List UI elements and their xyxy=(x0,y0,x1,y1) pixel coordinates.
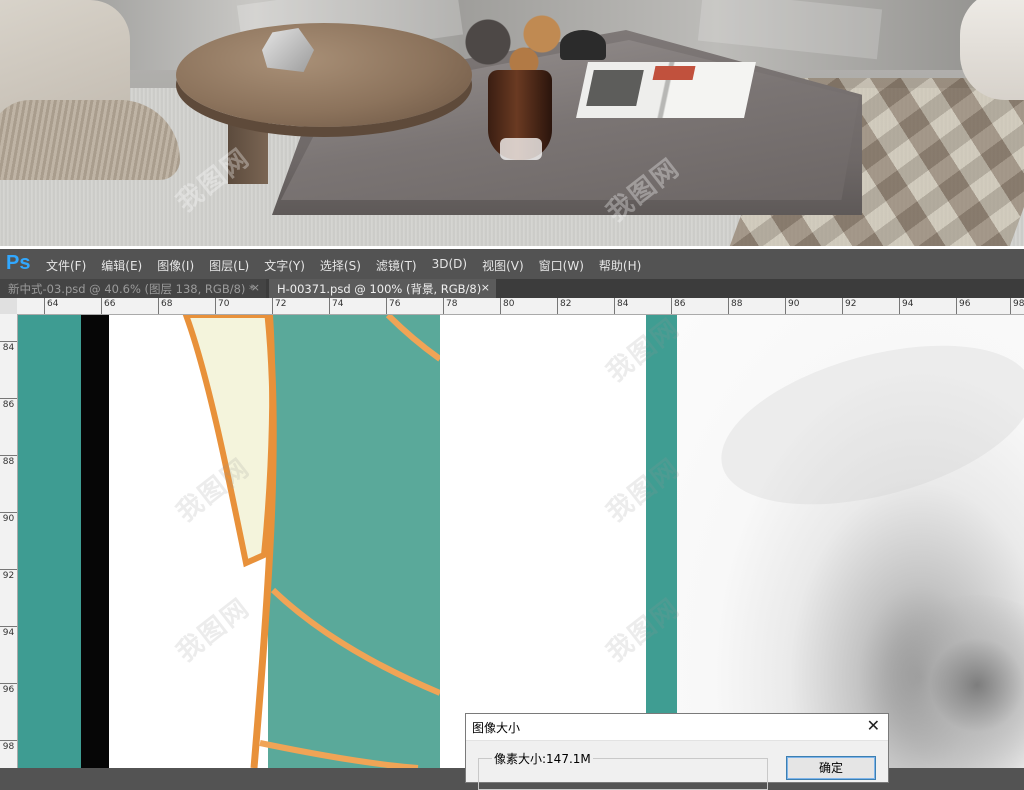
menu-file[interactable]: 文件(F) xyxy=(46,257,86,274)
menu-help[interactable]: 帮助(H) xyxy=(599,257,641,274)
ruler-tick: 76 xyxy=(386,298,400,314)
leaf-cream-shape xyxy=(182,315,276,568)
close-icon[interactable]: ✕ xyxy=(867,716,880,735)
ruler-tick: 94 xyxy=(899,298,913,314)
leaf-teal-fill xyxy=(268,315,440,768)
ruler-tick: 98 xyxy=(1010,298,1024,314)
dialog-title: 图像大小 xyxy=(472,721,521,735)
ruler-tick: 86 xyxy=(0,398,17,410)
ruler-tick: 80 xyxy=(500,298,514,314)
tab-document-2[interactable]: H-00371.psd @ 100% (背景, RGB/8) × xyxy=(269,279,496,298)
ruler-tick: 66 xyxy=(101,298,115,314)
pixel-size-label: 像素大小:147.1M xyxy=(492,750,593,767)
menu-type[interactable]: 文字(Y) xyxy=(264,257,305,274)
tab-label: H-00371.psd @ 100% (背景, RGB/8) xyxy=(277,282,482,296)
ruler-tick: 92 xyxy=(0,569,17,581)
leaf-artwork xyxy=(182,315,440,768)
ruler-tick: 84 xyxy=(0,341,17,353)
ruler-tick: 64 xyxy=(44,298,58,314)
ruler-tick: 84 xyxy=(614,298,628,314)
ruler-vertical[interactable]: 84 86 88 90 92 94 96 98 xyxy=(0,314,18,768)
dialog-titlebar[interactable]: 图像大小 ✕ xyxy=(466,714,888,741)
round-side-table xyxy=(176,23,472,127)
ok-button[interactable]: 确定 xyxy=(786,756,876,780)
image-size-dialog: 图像大小 ✕ 像素大小:147.1M 确定 xyxy=(465,713,889,790)
ruler-tick: 68 xyxy=(158,298,172,314)
teal-panel xyxy=(646,315,677,768)
ruler-corner xyxy=(0,298,18,314)
menu-select[interactable]: 选择(S) xyxy=(320,257,361,274)
menu-bar: Ps 文件(F) 编辑(E) 图像(I) 图层(L) 文字(Y) 选择(S) 滤… xyxy=(0,246,1024,279)
close-icon[interactable]: × xyxy=(481,281,490,294)
close-icon[interactable]: × xyxy=(251,281,260,294)
ruler-tick: 92 xyxy=(842,298,856,314)
menu-3d[interactable]: 3D(D) xyxy=(432,257,467,274)
ruler-tick: 74 xyxy=(329,298,343,314)
interior-photo xyxy=(0,0,1024,246)
side-table-leg xyxy=(228,118,268,184)
menu-view[interactable]: 视图(V) xyxy=(482,257,524,274)
menu-layer[interactable]: 图层(L) xyxy=(209,257,249,274)
teal-panel xyxy=(18,315,81,768)
vase-base xyxy=(500,138,542,160)
main-menu: 文件(F) 编辑(E) 图像(I) 图层(L) 文字(Y) 选择(S) 滤镜(T… xyxy=(46,257,656,274)
magazine-photo xyxy=(586,70,644,106)
ruler-tick: 78 xyxy=(443,298,457,314)
black-stripe xyxy=(81,315,109,768)
ink-wash-background xyxy=(677,315,1024,768)
tab-document-1[interactable]: 新中式-03.psd @ 40.6% (图层 138, RGB/8) * × xyxy=(0,279,266,298)
ruler-tick: 88 xyxy=(728,298,742,314)
ruler-tick: 90 xyxy=(0,512,17,524)
document-canvas[interactable] xyxy=(18,315,1024,768)
white-area xyxy=(109,315,185,768)
ruler-tick: 96 xyxy=(956,298,970,314)
ruler-horizontal[interactable]: 64 66 68 70 72 74 76 78 80 82 84 86 88 9… xyxy=(17,298,1024,315)
ruler-tick: 98 xyxy=(0,740,17,752)
ruler-tick: 82 xyxy=(557,298,571,314)
menu-window[interactable]: 窗口(W) xyxy=(539,257,584,274)
ruler-tick: 86 xyxy=(671,298,685,314)
ink-cloud xyxy=(704,315,1024,535)
ink-splash xyxy=(877,595,1024,768)
menu-image[interactable]: 图像(I) xyxy=(157,257,194,274)
ruler-tick: 70 xyxy=(215,298,229,314)
magazine-photo xyxy=(652,66,696,80)
ruler-tick: 94 xyxy=(0,626,17,638)
photoshop-logo-icon: Ps xyxy=(6,252,31,274)
ruler-tick: 88 xyxy=(0,455,17,467)
tab-label: 新中式-03.psd @ 40.6% (图层 138, RGB/8) * xyxy=(8,282,255,296)
ruler-tick: 72 xyxy=(272,298,286,314)
menu-filter[interactable]: 滤镜(T) xyxy=(376,257,417,274)
menu-edit[interactable]: 编辑(E) xyxy=(101,257,142,274)
ruler-tick: 96 xyxy=(0,683,17,695)
document-tab-bar: 新中式-03.psd @ 40.6% (图层 138, RGB/8) * × H… xyxy=(0,279,1024,298)
ruler-tick: 90 xyxy=(785,298,799,314)
knit-blanket xyxy=(0,100,180,180)
